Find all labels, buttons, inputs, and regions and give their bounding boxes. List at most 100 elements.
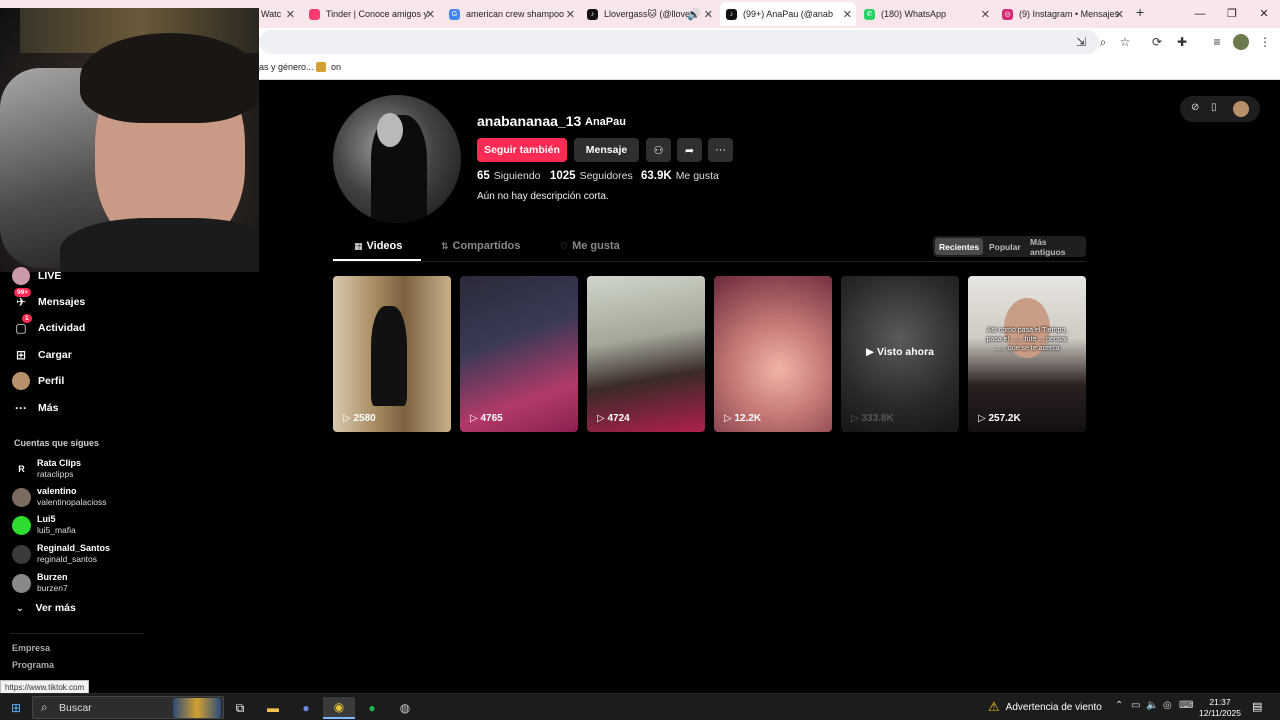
sidebar-item-label: Mensajes bbox=[38, 296, 86, 308]
weather-widget[interactable]: ⚠ Advertencia de viento bbox=[988, 699, 1102, 715]
browser-tab-active[interactable]: ♪ (99+) AnaPau (@anab ✕ bbox=[720, 2, 856, 26]
video-card[interactable]: ▷ 2580 bbox=[333, 276, 451, 432]
speaker-icon[interactable]: 🔊 bbox=[687, 8, 701, 21]
translate-icon[interactable]: ⟳ bbox=[1149, 34, 1165, 50]
stat-value: 63.9K bbox=[641, 170, 672, 182]
install-app-icon[interactable]: ⇲ bbox=[1073, 34, 1089, 50]
new-tab-button[interactable]: + bbox=[1136, 4, 1144, 20]
discord-icon[interactable]: ● bbox=[290, 697, 322, 719]
meet-now-icon[interactable]: ◎ bbox=[1163, 700, 1172, 711]
sort-oldest[interactable]: Más antiguos bbox=[1026, 237, 1086, 257]
close-window-button[interactable]: ✕ bbox=[1248, 0, 1280, 28]
messages-badge: 99+ bbox=[14, 288, 32, 297]
notifications-icon[interactable]: ▤ bbox=[1252, 700, 1262, 713]
minimize-button[interactable]: — bbox=[1184, 0, 1216, 28]
follow-back-button[interactable]: Seguir también bbox=[477, 138, 567, 162]
more-options-button[interactable]: ··· bbox=[708, 138, 733, 162]
compass-icon[interactable]: ⊘ bbox=[1191, 102, 1199, 113]
file-explorer-icon[interactable]: ▬ bbox=[257, 697, 289, 719]
following-account[interactable]: Reginald_Santos reginald_santos bbox=[12, 540, 110, 568]
bookmark-item[interactable]: on bbox=[331, 62, 341, 72]
sidebar-item-messages[interactable]: ✈ 99+ Mensajes bbox=[12, 288, 86, 313]
volume-icon[interactable]: 🔈 bbox=[1146, 700, 1158, 711]
more-dots-icon: ··· bbox=[15, 401, 27, 415]
close-tab-icon[interactable]: ✕ bbox=[286, 8, 295, 21]
browser-tab[interactable]: Tinder | Conoce amigos y ✕ bbox=[303, 2, 439, 26]
account-avatar: R bbox=[12, 459, 31, 479]
tiktok-favicon-icon: ♪ bbox=[587, 8, 598, 20]
video-card[interactable]: ▷ 4765 bbox=[460, 276, 578, 432]
browser-tab[interactable]: Gamerican crew shampoo ✕ bbox=[443, 2, 579, 26]
sidebar-item-activity[interactable]: ▢ 1 Actividad bbox=[12, 314, 85, 339]
view-count: ▷ 333.8K bbox=[851, 413, 894, 424]
stat-following[interactable]: 65 Siguiendo bbox=[477, 170, 541, 182]
spotify-icon[interactable]: ● bbox=[356, 697, 388, 719]
tab-videos[interactable]: ▦ Videos bbox=[354, 240, 402, 252]
windows-start-icon[interactable]: ⊞ bbox=[0, 697, 32, 719]
message-button[interactable]: Mensaje bbox=[574, 138, 639, 162]
browser-tab[interactable]: Watc ✕ bbox=[255, 2, 299, 26]
account-avatar bbox=[12, 544, 31, 564]
taskbar-clock[interactable]: 21:37 12/11/2025 bbox=[1197, 697, 1243, 719]
browser-tab[interactable]: ◎ (9) Instagram • Mensajes ✕ bbox=[996, 2, 1128, 26]
view-count: ▷ 257.2K bbox=[978, 413, 1021, 424]
bookmark-star-icon[interactable]: ☆ bbox=[1117, 34, 1133, 50]
browser-menu-icon[interactable]: ⋮ bbox=[1257, 34, 1273, 50]
following-section-title: Cuentas que sigues bbox=[14, 438, 100, 448]
video-card-watched[interactable]: ▶ Visto ahora ▷ 333.8K bbox=[841, 276, 959, 432]
zoom-icon[interactable]: ⌕ bbox=[1095, 34, 1111, 50]
address-input[interactable] bbox=[259, 30, 1099, 54]
network-icon[interactable]: ▭ bbox=[1131, 700, 1140, 711]
browser-tab[interactable]: ✆ (180) WhatsApp ✕ bbox=[858, 2, 994, 26]
weather-text: Advertencia de viento bbox=[1005, 701, 1102, 713]
see-more-button[interactable]: ⌄ Ver más bbox=[16, 602, 76, 614]
share-button[interactable]: ➦ bbox=[677, 138, 702, 162]
view-count: ▷ 12.2K bbox=[724, 413, 761, 424]
device-icon[interactable]: ▯ bbox=[1211, 102, 1217, 113]
video-card[interactable]: ▷ 12.2K bbox=[714, 276, 832, 432]
close-tab-icon[interactable]: ✕ bbox=[566, 8, 575, 21]
keyboard-icon[interactable]: ⌨ bbox=[1179, 700, 1193, 711]
close-tab-icon[interactable]: ✕ bbox=[426, 8, 435, 21]
upload-icon: ⊞ bbox=[15, 348, 27, 362]
close-tab-icon[interactable]: ✕ bbox=[1115, 8, 1124, 21]
maximize-button[interactable]: ❐ bbox=[1216, 0, 1248, 28]
following-account[interactable]: valentino valentinopalacioss bbox=[12, 483, 106, 511]
close-tab-icon[interactable]: ✕ bbox=[704, 8, 713, 21]
chrome-icon[interactable]: ◉ bbox=[323, 697, 355, 719]
sort-popular[interactable]: Popular bbox=[985, 238, 1025, 255]
task-view-icon[interactable]: ⧉ bbox=[224, 697, 256, 719]
stat-followers[interactable]: 1025 Seguidores bbox=[550, 170, 633, 182]
video-card[interactable]: ▷ 4724 bbox=[587, 276, 705, 432]
more-dots-icon: ··· bbox=[715, 144, 726, 156]
suggested-accounts-button[interactable]: ⚇ bbox=[646, 138, 671, 162]
video-card[interactable]: Así como pasa el Tiempo, pasa el ...... … bbox=[968, 276, 1086, 432]
footer-link-empresa[interactable]: Empresa bbox=[12, 643, 50, 653]
user-avatar-icon[interactable] bbox=[1233, 101, 1249, 117]
following-account[interactable]: Lui5 lui5_mafia bbox=[12, 511, 76, 539]
live-avatar-icon bbox=[12, 267, 30, 285]
extensions-icon[interactable]: ✚ bbox=[1174, 34, 1190, 50]
sidebar-item-more[interactable]: ··· Más bbox=[12, 397, 58, 419]
tab-reposts[interactable]: ⇅ Compartidos bbox=[441, 240, 520, 252]
tray-chevron-icon[interactable]: ⌃ bbox=[1115, 700, 1123, 711]
following-account[interactable]: R Rata Clips rataclipps bbox=[12, 455, 81, 483]
sidebar-item-profile[interactable]: Perfil bbox=[12, 370, 64, 392]
following-account[interactable]: Burzen burzen7 bbox=[12, 569, 68, 597]
browser-tab[interactable]: ♪ Llovergass🐱 (@llove 🔊 ✕ bbox=[581, 2, 717, 26]
sidebar-item-upload[interactable]: ⊞ Cargar bbox=[12, 344, 72, 366]
close-tab-icon[interactable]: ✕ bbox=[843, 8, 852, 21]
footer-link-programa[interactable]: Programa bbox=[12, 660, 54, 670]
search-label: Buscar bbox=[59, 702, 92, 714]
profile-avatar-icon[interactable] bbox=[1233, 34, 1249, 50]
sort-recent[interactable]: Recientes bbox=[935, 238, 984, 255]
google-favicon-icon: G bbox=[449, 8, 460, 20]
close-tab-icon[interactable]: ✕ bbox=[981, 8, 990, 21]
profile-avatar[interactable] bbox=[333, 95, 461, 223]
tab-likes[interactable]: ♡ Me gusta bbox=[560, 240, 620, 252]
obs-icon[interactable]: ◍ bbox=[389, 697, 421, 719]
sidebar-item-live[interactable]: LIVE bbox=[12, 265, 61, 287]
bookmark-item[interactable]: as y género... bbox=[259, 62, 314, 72]
taskbar-search-input[interactable]: ⌕ Buscar bbox=[32, 696, 224, 719]
media-control-icon[interactable]: ≡ bbox=[1209, 34, 1225, 50]
